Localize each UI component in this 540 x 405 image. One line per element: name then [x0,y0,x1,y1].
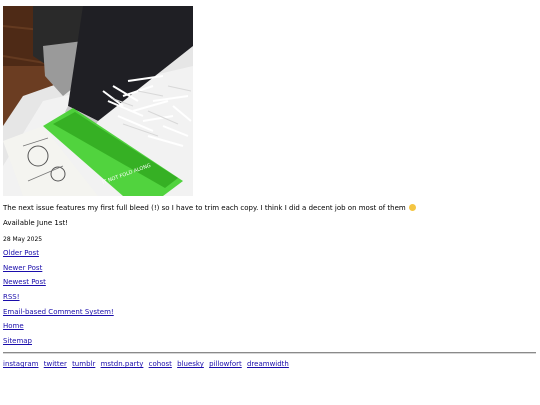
social-link-pillowfort[interactable]: pillowfort [209,360,242,368]
smile-emoji-icon [408,204,416,211]
post-date: 28 May 2025 [3,236,43,243]
social-link-cohost[interactable]: cohost [149,360,172,368]
availability-text: Available June 1st! [3,219,69,227]
post-caption: The next issue features my first full bl… [3,204,416,213]
social-link-mastodon[interactable]: mstdn.party [101,360,144,368]
social-link-twitter[interactable]: twitter [44,360,67,368]
social-link-instagram[interactable]: instagram [3,360,39,368]
footer-divider [3,352,536,354]
social-link-tumblr[interactable]: tumblr [72,360,95,368]
comment-system-link[interactable]: Email-based Comment System! [3,308,114,316]
social-link-bluesky[interactable]: bluesky [177,360,204,368]
social-link-dreamwidth[interactable]: dreamwidth [247,360,289,368]
rss-link[interactable]: RSS! [3,293,20,301]
home-link[interactable]: Home [3,322,24,330]
newer-post-link[interactable]: Newer Post [3,264,42,272]
caption-text: The next issue features my first full bl… [3,204,406,212]
older-post-link[interactable]: Older Post [3,249,39,257]
post-photo: IT NOT FOLD ALONG [3,6,193,196]
social-links: instagram twitter tumblr mstdn.party coh… [3,360,292,369]
paper-trimmer-photo: IT NOT FOLD ALONG [3,6,193,196]
sitemap-link[interactable]: Sitemap [3,337,32,345]
newest-post-link[interactable]: Newest Post [3,278,46,286]
